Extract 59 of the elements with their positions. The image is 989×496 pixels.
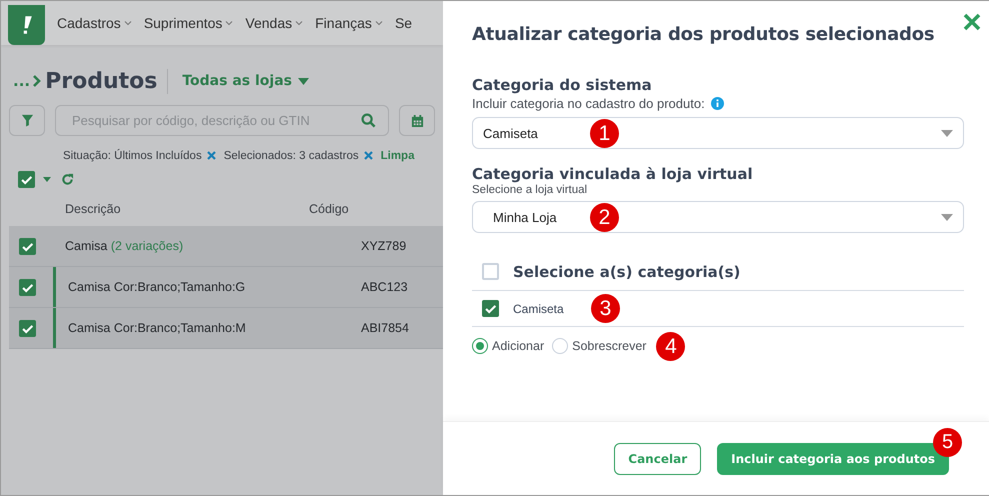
date-button[interactable] [399, 105, 435, 136]
section-heading: Categoria do sistema [472, 76, 653, 94]
refresh-icon[interactable] [61, 172, 74, 186]
column-header: Descrição [64, 202, 122, 216]
column-header: Código [309, 202, 349, 216]
filter-button[interactable] [9, 105, 45, 136]
table-cell: ABC123 [361, 280, 408, 294]
remove-filter-icon[interactable] [206, 151, 216, 160]
nav-menu-item[interactable]: Vendas [245, 15, 292, 31]
table-row[interactable]: Camisa (2 variações) XYZ789 [9, 226, 443, 267]
annotation-marker: 2 [590, 203, 619, 232]
caret-down-icon [941, 130, 953, 136]
table-row[interactable]: Camisa Cor:Branco;Tamanho:G ABC123 [9, 267, 443, 308]
annotation-marker: 3 [591, 294, 620, 323]
select-all-checkbox[interactable] [482, 263, 499, 280]
dropdown-field[interactable]: Camiseta 1 [472, 117, 964, 149]
filter-tag: Selecionados: 3 cadastros [224, 150, 359, 162]
field-hint: Incluir categoria no cadastro do produto: [472, 96, 705, 111]
radio-option[interactable]: Sobrescrever [552, 338, 646, 354]
table-cell: Camisa Cor:Branco;Tamanho:M [68, 321, 246, 335]
annotation-marker: 4 [656, 332, 686, 360]
table-row[interactable]: Camisa Cor:Branco;Tamanho:M ABI7854 [9, 308, 443, 349]
calendar-icon [410, 114, 424, 128]
table-cell: Camisa (2 variações) [65, 239, 184, 253]
nav-menu-item[interactable]: Suprimentos [144, 15, 222, 31]
radio-option[interactable]: Adicionar [472, 338, 544, 354]
close-icon[interactable] [963, 13, 981, 31]
search-box[interactable]: Pesquisar por código, descrição ou GTIN [55, 105, 389, 136]
caret-down-icon[interactable] [43, 176, 51, 182]
page-title: Produtos [45, 68, 168, 94]
nav-menu-item[interactable]: Cadastros [57, 15, 121, 31]
category-checkbox[interactable] [482, 300, 499, 317]
select-all-checkbox[interactable] [18, 170, 35, 188]
dropdown-field[interactable]: Minha Loja 2 [472, 201, 964, 233]
section-heading: Categoria vinculada à loja virtual [472, 165, 754, 183]
list-heading: Selecione a(s) categoria(s) [513, 262, 740, 280]
search-icon[interactable] [361, 113, 376, 128]
category-label: Camiseta [513, 302, 564, 316]
field-hint: Selecione a loja virtual [472, 184, 588, 196]
remove-filter-icon[interactable] [364, 151, 373, 160]
caret-down-icon [298, 78, 309, 84]
table-cell: Camisa Cor:Branco;Tamanho:G [68, 280, 246, 294]
table-cell: XYZ789 [361, 239, 406, 253]
row-checkbox[interactable] [19, 238, 36, 254]
annotation-marker: 1 [590, 119, 619, 148]
nav-menu-item[interactable]: Se [394, 15, 412, 31]
search-field[interactable]: Pesquisar por código, descrição ou GTIN [72, 113, 342, 128]
chevron-right-icon [32, 74, 42, 88]
nav-menu-item[interactable]: Finanças [315, 15, 372, 31]
logo-icon[interactable] [8, 5, 45, 45]
filter-tag: Situação: Últimos Incluídos [63, 150, 202, 162]
table-cell: ABI7854 [361, 321, 409, 335]
caret-down-icon [941, 214, 953, 220]
row-checkbox[interactable] [19, 278, 36, 296]
info-icon[interactable] [710, 97, 724, 110]
filter-icon [20, 114, 34, 127]
row-checkbox[interactable] [19, 320, 36, 336]
modal-title: Atualizar categoria dos produtos selecionados [472, 24, 936, 45]
annotation-marker: 5 [933, 428, 962, 456]
